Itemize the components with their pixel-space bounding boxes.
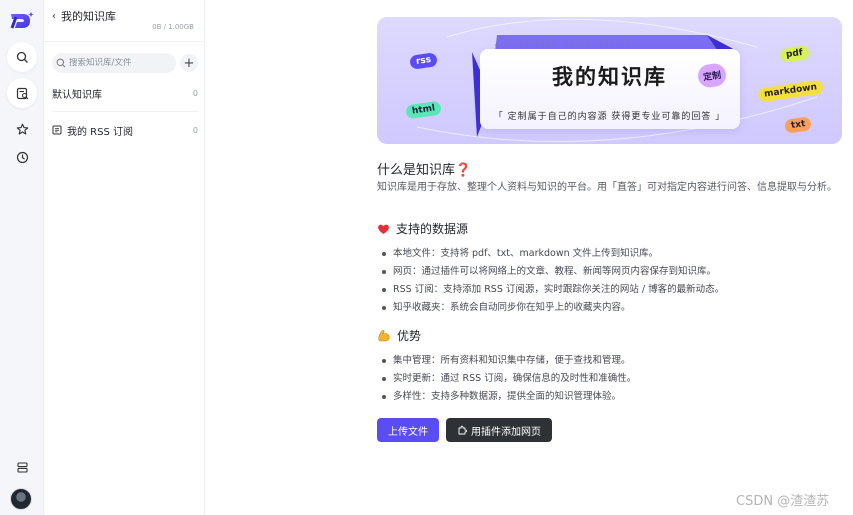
heart-icon xyxy=(378,224,389,234)
item-count: 0 xyxy=(192,125,198,135)
app-logo-icon[interactable] xyxy=(9,9,35,33)
plugin-button-label: 用插件添加网页 xyxy=(471,426,541,438)
banner-top-text: ▲ 用户引导用户积极发展 · 中国知识库 · 产品研发产品 xyxy=(495,42,632,47)
divider xyxy=(44,41,205,42)
left-rail xyxy=(0,0,44,515)
storage-quota: 0B / 1.00GB xyxy=(152,23,194,31)
list-item: 知乎收藏夹：系统会自动同步你在知乎上的收藏夹内容。 xyxy=(381,299,841,317)
list-item: RSS 订阅：支持添加 RSS 订阅源，实时跟踪你关注的网站 / 博客的最新动态… xyxy=(381,281,841,299)
chevron-left-icon[interactable]: ‹ xyxy=(52,11,56,22)
knowledge-sidebar: ‹ 我的知识库 0B / 1.00GB + 默认知识库 0 我的 RSS 订阅 … xyxy=(44,0,205,515)
sources-list: 本地文件：支持将 pdf、txt、markdown 文件上传到知识库。 网页：通… xyxy=(381,245,841,317)
list-item: 集中管理：所有资料和知识集中存储，便于查找和管理。 xyxy=(381,352,841,370)
add-webpage-via-plugin-button[interactable]: 用插件添加网页 xyxy=(446,418,552,442)
section-title-sources: 支持的数据源 xyxy=(377,220,468,237)
advantages-title-text: 优势 xyxy=(397,329,422,343)
item-count: 0 xyxy=(192,88,198,98)
flexed-biceps-icon xyxy=(378,330,390,342)
search-input[interactable] xyxy=(69,58,169,68)
advantages-list: 集中管理：所有资料和知识集中存储，便于查找和管理。 实时更新：通过 RSS 订阅… xyxy=(381,352,841,406)
list-item: 多样性：支持多种数据源，提供全面的知识管理体验。 xyxy=(381,388,841,406)
star-icon xyxy=(16,123,28,135)
sidebar-item-default-kb[interactable]: 默认知识库 0 xyxy=(52,82,198,104)
rail-knowledge-base-button[interactable] xyxy=(7,78,37,108)
search-box[interactable] xyxy=(52,53,176,73)
search-icon xyxy=(16,51,28,63)
rss-book-icon xyxy=(52,125,62,135)
search-icon xyxy=(56,58,66,68)
upload-file-button[interactable]: 上传文件 xyxy=(377,418,439,442)
add-knowledge-base-button[interactable]: + xyxy=(180,54,198,72)
sidebar-item-label: 默认知识库 xyxy=(52,89,102,101)
history-icon xyxy=(16,151,28,163)
layers-icon xyxy=(16,461,28,473)
puzzle-icon xyxy=(458,425,467,435)
rail-favorites-button[interactable] xyxy=(7,114,37,144)
list-item: 实时更新：通过 RSS 订阅，确保信息的及时性和准确性。 xyxy=(381,370,841,388)
section-title-what: 什么是知识库❓ xyxy=(377,163,472,178)
sidebar-title: 我的知识库 xyxy=(61,10,116,23)
sources-title-text: 支持的数据源 xyxy=(396,222,469,236)
list-item: 本地文件：支持将 pdf、txt、markdown 文件上传到知识库。 xyxy=(381,245,841,263)
banner-subtitle: 「 定制属于自己的内容源 获得更专业可靠的回答 」 xyxy=(493,112,726,122)
rail-layers-button[interactable] xyxy=(7,452,37,482)
rail-search-button[interactable] xyxy=(7,42,37,72)
sidebar-item-label: 我的 RSS 订阅 xyxy=(67,126,134,138)
watermark: CSDN @渣渣苏 xyxy=(736,494,830,509)
knowledge-base-banner: ▲ 用户引导用户积极发展 · 中国知识库 · 产品研发产品 我的知识库 「 定制… xyxy=(377,17,842,144)
sidebar-item-rss[interactable]: 我的 RSS 订阅 0 xyxy=(52,119,198,141)
sidebar-header[interactable]: ‹ 我的知识库 xyxy=(52,8,116,24)
knowledge-base-icon xyxy=(16,87,28,99)
section-title-advantages: 优势 xyxy=(377,327,421,344)
rail-history-button[interactable] xyxy=(7,142,37,172)
section-text-what: 知识库是用于存放、整理个人资料与知识的平台。用「直答」可对指定内容进行问答、信息… xyxy=(377,182,837,193)
list-item: 网页：通过插件可以将网络上的文章、教程、新闻等网页内容保存到知识库。 xyxy=(381,263,841,281)
avatar[interactable] xyxy=(10,488,32,510)
divider xyxy=(52,111,198,112)
